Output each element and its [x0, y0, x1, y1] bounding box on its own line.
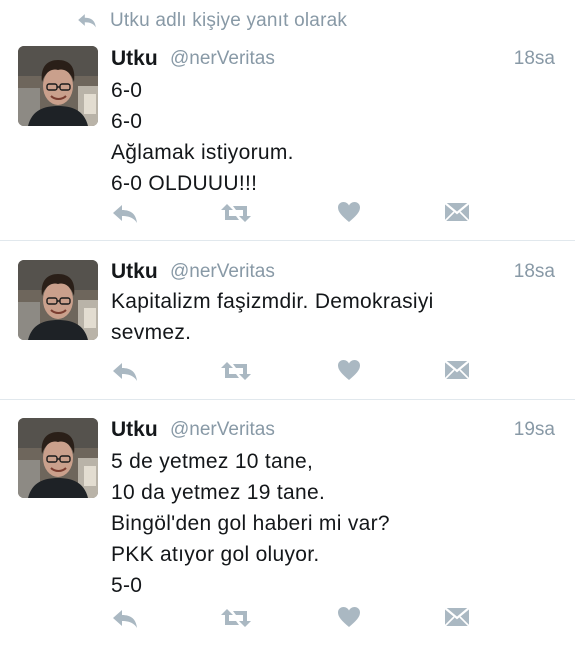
reply-context[interactable]: Utku adlı kişiye yanıt olarak	[0, 0, 575, 42]
reply-icon[interactable]	[110, 200, 140, 226]
reply-icon[interactable]	[110, 605, 140, 631]
like-heart-icon[interactable]	[336, 605, 362, 631]
direct-message-icon[interactable]	[443, 358, 471, 384]
direct-message-icon[interactable]	[443, 200, 471, 226]
tweet-text-line: 6-0	[111, 79, 143, 102]
timestamp[interactable]: 18sa	[514, 48, 555, 70]
author-name[interactable]: Utku	[111, 47, 158, 71]
retweet-icon[interactable]	[219, 200, 253, 226]
author-handle[interactable]: @nerVeritas	[170, 261, 275, 283]
tweet[interactable]: Utku @nerVeritas 19sa 5 de yetmez 10 tan…	[0, 400, 575, 649]
tweet-text-line: 5-0	[111, 574, 143, 597]
avatar[interactable]	[18, 260, 98, 340]
retweet-icon[interactable]	[219, 605, 253, 631]
tweet[interactable]: Utku @nerVeritas 18sa 6-0 6-0 Ağlamak is…	[0, 42, 575, 240]
tweet-text-line: 6-0 OLDUUU!!!	[111, 172, 258, 195]
author-handle[interactable]: @nerVeritas	[170, 419, 275, 441]
tweet[interactable]: Utku @nerVeritas 18sa Kapitalizm faşizmd…	[0, 241, 575, 399]
tweet-actions	[0, 200, 575, 230]
like-heart-icon[interactable]	[336, 200, 362, 226]
tweet-text: 6-0 6-0 Ağlamak istiyorum. 6-0 OLDUUU!!!	[111, 75, 551, 199]
author-handle[interactable]: @nerVeritas	[170, 48, 275, 70]
retweet-icon[interactable]	[219, 358, 253, 384]
tweet-text-line: PKK atıyor gol oluyor.	[111, 543, 320, 566]
tweet-text-line: 6-0	[111, 110, 143, 133]
tweet-text-line: sevmez.	[111, 321, 192, 344]
tweet-text: 5 de yetmez 10 tane, 10 da yetmez 19 tan…	[111, 446, 551, 601]
tweet-text-line: Ağlamak istiyorum.	[111, 141, 294, 164]
tweet-text-line: Bingöl'den gol haberi mi var?	[111, 512, 390, 535]
direct-message-icon[interactable]	[443, 605, 471, 631]
reply-context-text: Utku adlı kişiye yanıt olarak	[110, 10, 348, 31]
tweet-actions	[0, 605, 575, 635]
timestamp[interactable]: 19sa	[514, 419, 555, 441]
tweet-actions	[0, 358, 575, 388]
tweet-text-line: 5 de yetmez 10 tane,	[111, 450, 314, 473]
author-name[interactable]: Utku	[111, 260, 158, 284]
reply-icon[interactable]	[110, 358, 140, 384]
tweet-text: Kapitalizm faşizmdir. Demokrasiyi sevmez…	[111, 286, 551, 348]
reply-icon	[76, 10, 98, 30]
tweet-text-line: Kapitalizm faşizmdir. Demokrasiyi	[111, 290, 434, 313]
author-name[interactable]: Utku	[111, 418, 158, 442]
like-heart-icon[interactable]	[336, 358, 362, 384]
avatar[interactable]	[18, 46, 98, 126]
tweet-text-line: 10 da yetmez 19 tane.	[111, 481, 326, 504]
timestamp[interactable]: 18sa	[514, 261, 555, 283]
avatar[interactable]	[18, 418, 98, 498]
